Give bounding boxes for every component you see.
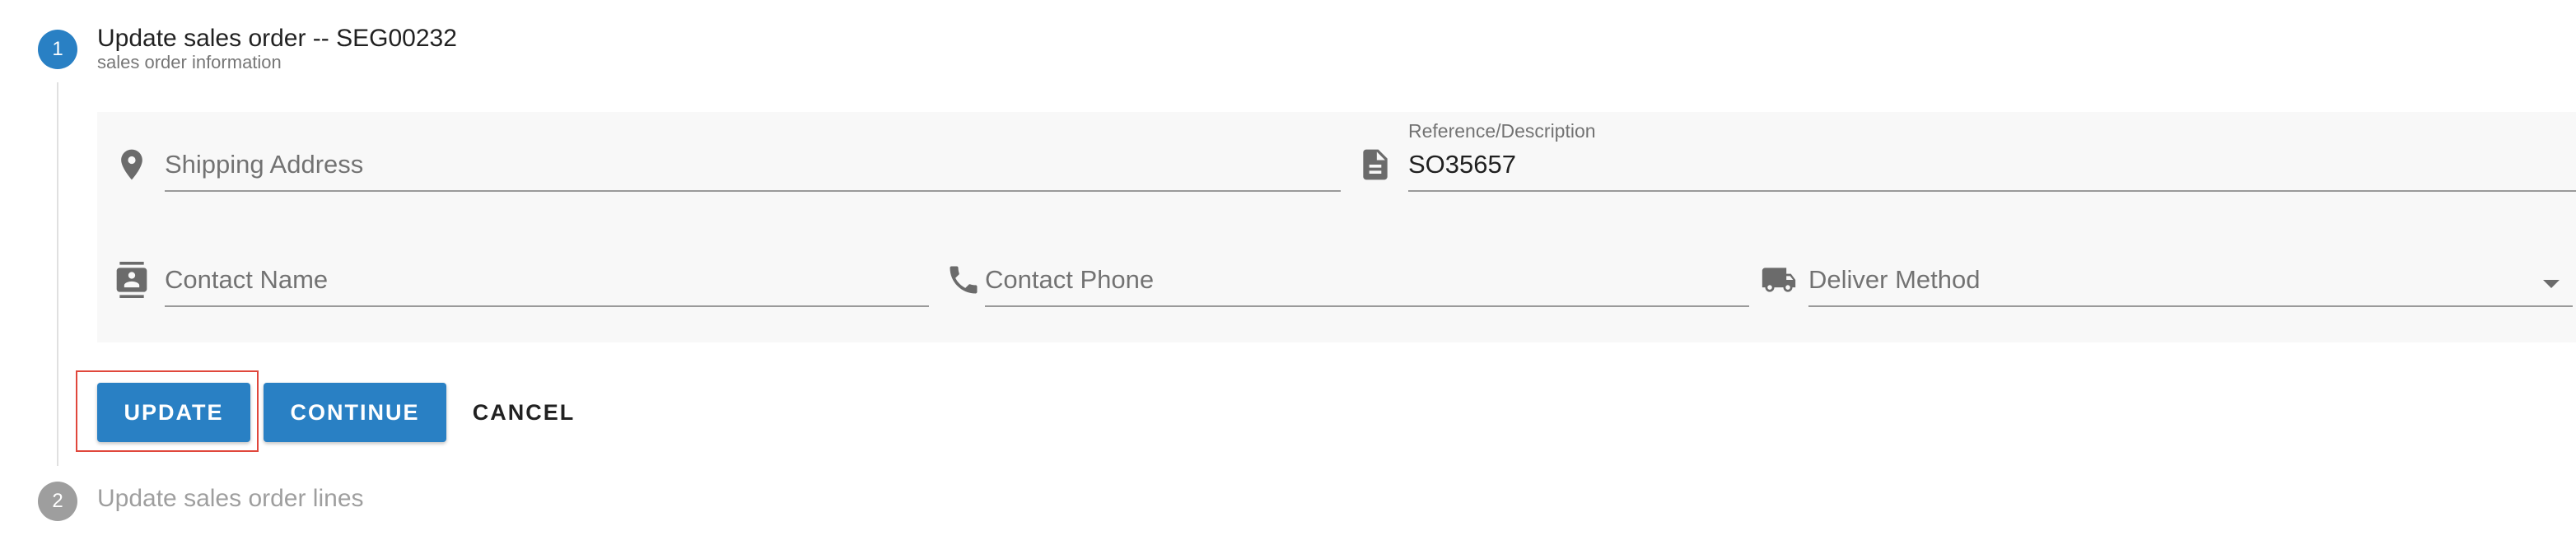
- sales-order-form: Shipping Address Reference/Description S…: [97, 112, 2576, 342]
- step-1-subtitle: sales order information: [97, 52, 282, 72]
- contact-phone-placeholder: Contact Phone: [985, 265, 1155, 294]
- reference-description-field[interactable]: Reference/Description SO35657: [1341, 112, 2576, 227]
- contact-card-icon: [114, 262, 150, 298]
- phone-icon: [945, 262, 982, 298]
- continue-button[interactable]: CONTINUE: [264, 383, 446, 442]
- contact-phone-field[interactable]: Contact Phone: [929, 227, 1752, 342]
- reference-description-underline: [1408, 190, 2576, 192]
- contact-name-field[interactable]: Contact Name: [97, 227, 929, 342]
- deliver-method-placeholder: Deliver Method: [1808, 265, 1981, 294]
- cancel-button[interactable]: CANCEL: [460, 383, 588, 442]
- step-connector: [57, 82, 58, 466]
- shipping-address-underline: [165, 190, 1341, 192]
- contact-name-placeholder: Contact Name: [165, 265, 329, 294]
- step-1-title: Update sales order -- SEG00232: [97, 25, 457, 52]
- reference-description-value[interactable]: SO35657: [1408, 150, 1516, 179]
- step-2-number: 2: [52, 490, 63, 512]
- shipping-address-placeholder: Shipping Address: [165, 150, 364, 179]
- deliver-method-select[interactable]: Deliver Method: [1752, 227, 2576, 342]
- step-2-title[interactable]: Update sales order lines: [97, 485, 364, 513]
- step-1-indicator: 1: [38, 30, 77, 69]
- update-button[interactable]: UPDATE: [97, 383, 250, 442]
- step-1-number: 1: [52, 38, 63, 60]
- shipping-address-field[interactable]: Shipping Address: [97, 112, 1341, 227]
- location-pin-icon: [114, 147, 150, 183]
- step-2-indicator[interactable]: 2: [38, 482, 77, 521]
- reference-description-label: Reference/Description: [1408, 120, 1596, 142]
- document-icon: [1357, 147, 1393, 183]
- contact-phone-underline: [985, 305, 1749, 307]
- truck-icon: [1761, 262, 1797, 298]
- chevron-down-icon[interactable]: [2543, 280, 2560, 288]
- contact-name-underline: [165, 305, 929, 307]
- deliver-method-underline: [1808, 305, 2573, 307]
